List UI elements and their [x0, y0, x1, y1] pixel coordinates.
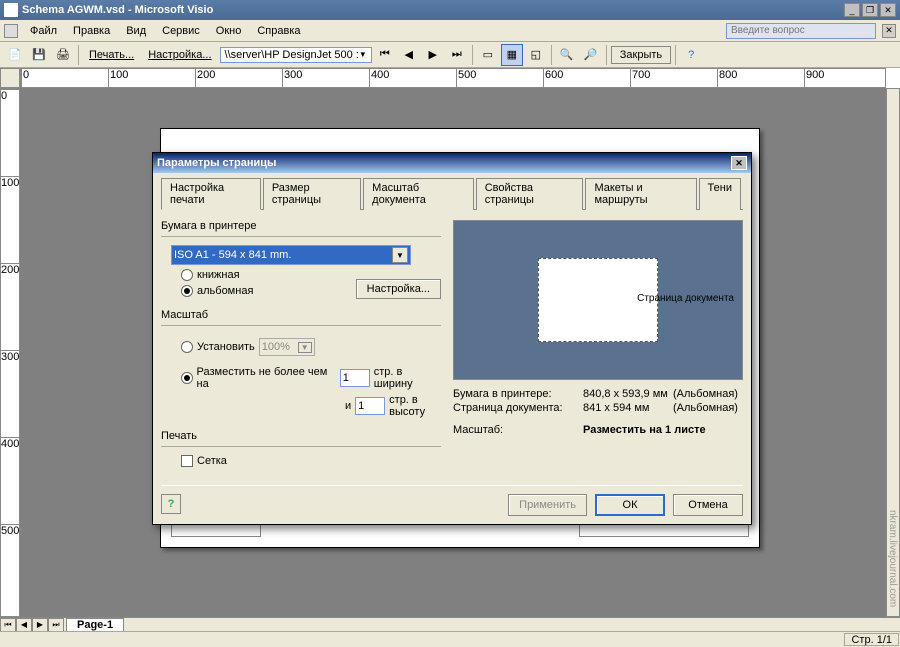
ok-button[interactable]: ОК [595, 494, 665, 516]
status-page: Стр. 1/1 [844, 633, 899, 646]
prev-page-icon[interactable]: ◀ [398, 44, 420, 66]
dialog-help-button[interactable]: ? [161, 494, 181, 514]
zoom-in-icon[interactable]: 🔍 [556, 44, 578, 66]
print-group-label: Печать [161, 430, 441, 442]
label-fit-width-unit: стр. в ширину [374, 366, 441, 390]
sheet-tab-page1[interactable]: Page-1 [66, 618, 124, 632]
menu-bar: Файл Правка Вид Сервис Окно Справка ✕ [0, 20, 900, 42]
menu-help[interactable]: Справка [249, 23, 308, 39]
multi-page-icon[interactable]: ▦ [501, 44, 523, 66]
paper-size-value: ISO A1 - 594 x 841 mm. [174, 249, 291, 261]
last-page-icon[interactable]: ⏭ [446, 44, 468, 66]
dialog-close-button[interactable]: ✕ [731, 156, 747, 170]
paper-group-label: Бумага в принтере [161, 220, 441, 232]
paper-size-combo[interactable]: ISO A1 - 594 x 841 mm. ▼ [171, 245, 411, 265]
label-portrait: книжная [197, 269, 240, 281]
dialog-titlebar[interactable]: Параметры страницы ✕ [153, 153, 751, 173]
radio-fit-to[interactable] [181, 372, 193, 384]
sheet-tab-bar: ⏮ ◀ ▶ ⏭ Page-1 [0, 617, 900, 631]
fit-height-input[interactable] [355, 397, 385, 415]
tab-doc-scale[interactable]: Масштаб документа [363, 178, 474, 210]
tab-shadows[interactable]: Тени [699, 178, 741, 210]
sheet-nav-first[interactable]: ⏮ [0, 618, 16, 632]
watermark: nkram.livejournal.com [887, 510, 898, 607]
tab-print-setup[interactable]: Настройка печати [161, 178, 261, 210]
apply-button[interactable]: Применить [508, 494, 587, 516]
radio-landscape[interactable] [181, 285, 193, 297]
menu-file[interactable]: Файл [22, 23, 65, 39]
preview-info: Бумага в принтере: 840,8 x 593,9 мм (Аль… [453, 388, 743, 436]
print-icon[interactable]: 🖨 [52, 44, 74, 66]
next-page-icon[interactable]: ▶ [422, 44, 444, 66]
help-icon[interactable]: ? [680, 44, 702, 66]
chevron-down-icon[interactable]: ▼ [392, 247, 408, 263]
label-landscape: альбомная [197, 285, 253, 297]
window-title: Schema AGWM.vsd - Microsoft Visio [22, 4, 844, 16]
printer-dropdown[interactable]: \\server\HP DesignJet 500 : ▼ [220, 47, 372, 63]
single-page-icon[interactable]: ▭ [477, 44, 499, 66]
help-question-input[interactable] [726, 23, 876, 39]
sheet-nav-next[interactable]: ▶ [32, 618, 48, 632]
label-grid: Сетка [197, 455, 227, 467]
menu-view[interactable]: Вид [118, 23, 154, 39]
tab-layout-routing[interactable]: Макеты и маршруты [585, 178, 696, 210]
label-fit-to: Разместить не более чем на [197, 366, 336, 390]
window-titlebar: Schema AGWM.vsd - Microsoft Visio _ ❐ ✕ [0, 0, 900, 20]
cancel-button[interactable]: Отмена [673, 494, 743, 516]
page-setup-dialog: Параметры страницы ✕ Настройка печати Ра… [152, 152, 752, 525]
minimize-button[interactable]: _ [844, 3, 860, 17]
toolbar-setup-link[interactable]: Настройка... [142, 49, 217, 61]
radio-portrait[interactable] [181, 269, 193, 281]
label-scale-set: Установить [197, 341, 255, 353]
first-page-icon[interactable]: ⏮ [374, 44, 396, 66]
new-icon[interactable]: 📄 [4, 44, 26, 66]
sheet-nav-last[interactable]: ⏭ [48, 618, 64, 632]
scale-group-label: Масштаб [161, 309, 441, 321]
tab-page-size[interactable]: Размер страницы [263, 178, 361, 210]
fit-width-input[interactable] [340, 369, 370, 387]
restore-button[interactable]: ❐ [862, 3, 878, 17]
tab-page-props[interactable]: Свойства страницы [476, 178, 584, 210]
label-fit-height-unit: стр. в высоту [389, 394, 441, 418]
page-preview: Страница документа [453, 220, 743, 380]
menu-edit[interactable]: Правка [65, 23, 118, 39]
toolbar-print-link[interactable]: Печать... [83, 49, 140, 61]
scale-percent-combo: 100%▼ [259, 338, 315, 356]
radio-scale-set[interactable] [181, 341, 193, 353]
app-icon [4, 3, 18, 17]
toolbar: 📄 💾 🖨 Печать... Настройка... \\server\HP… [0, 42, 900, 68]
whole-page-icon[interactable]: ◱ [525, 44, 547, 66]
label-fit-and: и [345, 400, 351, 412]
ruler-corner [0, 68, 20, 88]
status-bar: Стр. 1/1 [0, 631, 900, 647]
sheet-nav-prev[interactable]: ◀ [16, 618, 32, 632]
doc-icon [4, 24, 18, 38]
save-icon[interactable]: 💾 [28, 44, 50, 66]
menu-tools[interactable]: Сервис [154, 23, 208, 39]
dialog-tabs: Настройка печати Размер страницы Масштаб… [161, 177, 743, 210]
printer-name: \\server\HP DesignJet 500 : [225, 49, 359, 61]
ruler-horizontal: 0100200300400500600700800900 [20, 68, 886, 88]
ruler-vertical: 0100200300400500 [0, 88, 20, 617]
menu-window[interactable]: Окно [208, 23, 250, 39]
mdi-close-button[interactable]: ✕ [882, 24, 896, 38]
printer-setup-button[interactable]: Настройка... [356, 279, 441, 299]
zoom-out-icon[interactable]: 🔎 [580, 44, 602, 66]
preview-doc-label: Страница документа [637, 293, 734, 304]
dialog-title: Параметры страницы [157, 157, 731, 169]
close-button[interactable]: ✕ [880, 3, 896, 17]
toolbar-close-button[interactable]: Закрыть [611, 46, 671, 64]
grid-checkbox[interactable] [181, 455, 193, 467]
chevron-down-icon: ▼ [359, 50, 367, 59]
